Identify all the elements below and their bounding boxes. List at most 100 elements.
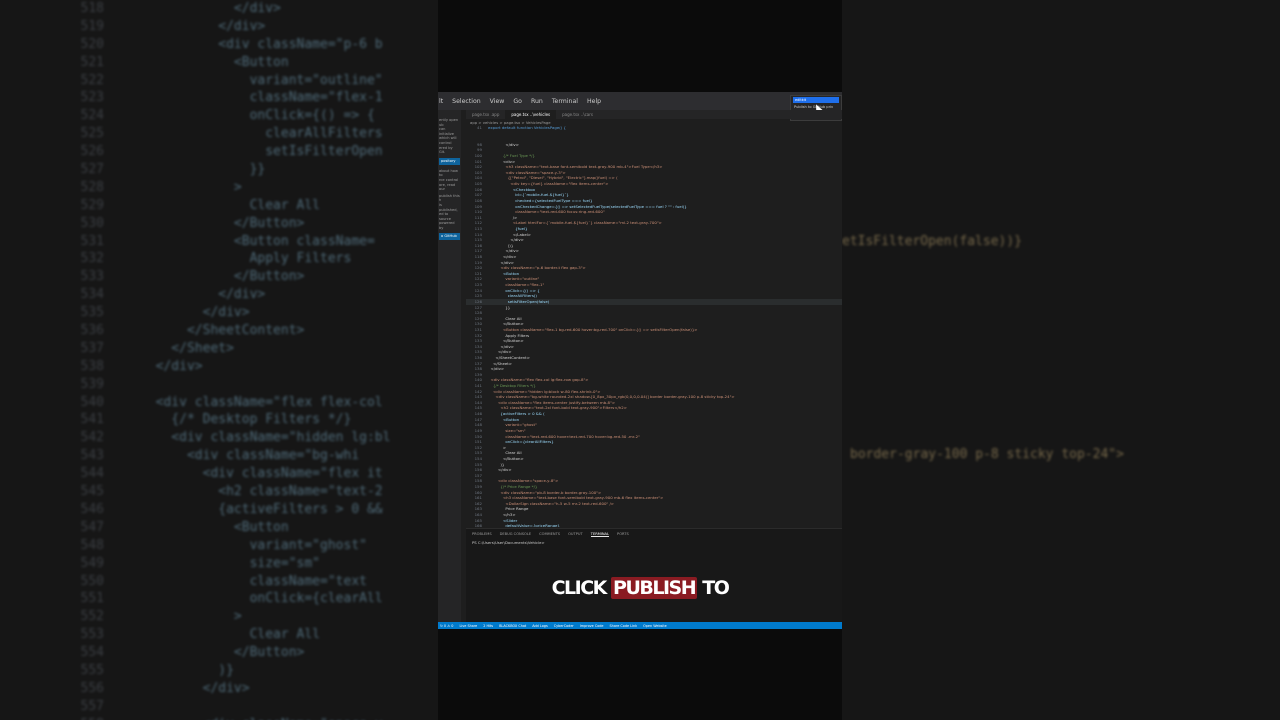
status-live-share[interactable]: Live Share [459, 624, 477, 628]
background-left-blurred-code: 518 </div> 519 </div> 520 <div className="… [0, 0, 438, 720]
sidebar-text-line: ore, read our [439, 182, 456, 192]
code-text: Apply Filters [488, 332, 530, 338]
background-line-number: 538 [80, 358, 104, 374]
background-line-number: 549 [80, 555, 104, 571]
background-line-number: 522 [80, 72, 104, 88]
background-code-line: 539 [0, 376, 390, 394]
menu-help[interactable]: Help [587, 98, 601, 105]
background-code-line: 546 {activeFilters > 0 && [0, 501, 390, 519]
tab-output[interactable]: OUTPUT [568, 532, 583, 537]
background-code-line: 554 </Button> [0, 644, 390, 662]
background-line-code: <div className="p-6 b [140, 36, 383, 52]
status-add-logs[interactable]: Add Logs [532, 624, 547, 628]
background-code-line: 547 <Button [0, 519, 390, 537]
tab-problems[interactable]: PROBLEMS [472, 532, 492, 537]
sidebar-text-line: powered by [439, 221, 455, 230]
menu-edit[interactable]: lt [439, 98, 443, 105]
menu-go[interactable]: Go [513, 98, 522, 105]
terminal-prompt[interactable]: PS C:\Users\User\Documents\Vehicle> [466, 540, 842, 545]
background-line-number: 556 [80, 680, 104, 696]
status-share-code-link[interactable]: Share Code Link [610, 624, 638, 628]
code-text: </div> [488, 343, 515, 349]
tab-debug-console[interactable]: DEBUG CONSOLE [500, 532, 531, 537]
panel-tabs: PROBLEMS DEBUG CONSOLE COMMENTS OUTPUT T… [466, 529, 842, 540]
status-problems[interactable]: ↻ 0 ⚠ 0 [440, 624, 453, 628]
background-line-number: 519 [80, 18, 104, 34]
background-code-line: 524 onClick={() => { [0, 107, 390, 125]
command-palette-input[interactable]: editkit [793, 97, 839, 103]
background-code-line: 523 className="flex-1 [0, 89, 390, 107]
code-text: size="sm" [488, 427, 526, 433]
background-code-line: 544 <div className="flex it [0, 465, 390, 483]
background-line-code: <Button [140, 54, 289, 70]
background-code-line: 534 </div> [0, 286, 390, 304]
tab-ports[interactable]: PORTS [617, 532, 629, 537]
background-code-line: 541 {/* Desktop Filters */} [0, 411, 390, 429]
status-blackbox-chat[interactable]: BLACKBOX Chat [499, 624, 526, 628]
publish-to-github-button[interactable]: o GitHub [439, 233, 460, 241]
code-text: {/* Price Range */} [488, 484, 538, 489]
code-text: export default function VehiclesPage() { [488, 125, 567, 130]
background-right-blurred-code: etIsFilterOpen(false))} border-gray-100 … [842, 0, 1280, 720]
initialize-repository-button[interactable]: pository [439, 157, 460, 165]
code-editor[interactable]: 41 export default function VehiclesPage()… [466, 125, 842, 527]
code-line[interactable]: 166 defaultValue={priceRange} [466, 523, 842, 527]
status-hits[interactable]: 2 Hits [483, 624, 493, 628]
background-line-code: </SheetContent> [140, 323, 305, 339]
background-line-number: 534 [80, 287, 104, 303]
status-cybercoder[interactable]: CyberCoder [554, 624, 574, 628]
tab-comments[interactable]: COMMENTS [539, 532, 560, 537]
code-text: <Button [488, 270, 520, 276]
background-code-line: 558 <div className="space-y [0, 716, 390, 720]
line-number: 166 [474, 523, 482, 527]
background-line-code: <h2 className="text-2 [140, 484, 383, 500]
menu-selection[interactable]: Selection [452, 98, 481, 105]
background-line-code: {/* Desktop Filters */} [140, 412, 352, 428]
background-code-lines: 518 </div> 519 </div> 520 <div className="… [0, 0, 391, 720]
background-line-number: 524 [80, 108, 104, 124]
background-line-number: 532 [80, 251, 104, 267]
background-code-line: 555 )} [0, 662, 390, 680]
code-text: </div> [488, 254, 517, 260]
background-code-line: 549 size="sm" [0, 555, 390, 573]
tab-terminal[interactable]: TERMINAL [590, 532, 610, 537]
menu-terminal[interactable]: Terminal [552, 98, 578, 105]
background-line-number: 553 [80, 627, 104, 643]
menu-run[interactable]: Run [531, 98, 543, 105]
status-improve-code[interactable]: Improve Code [580, 624, 604, 628]
background-line-number: 526 [80, 144, 104, 160]
code-text: <Button [488, 416, 520, 422]
status-open-website[interactable]: Open Website [643, 624, 667, 628]
code-text: ))} [488, 242, 514, 248]
code-text: <Slider [488, 517, 518, 523]
background-line-code: <div className="space-y [140, 717, 383, 720]
background-line-code: <div className="flex flex-col [140, 394, 383, 410]
code-text: </div> [488, 467, 512, 473]
background-line-code: </div> [140, 680, 250, 696]
background-line-number: 533 [80, 269, 104, 285]
code-text: <div className="pb-8 border-b border-gra… [488, 489, 602, 495]
menu-view[interactable]: View [490, 98, 505, 105]
tab-page-vehicles[interactable]: page.tsx ..\vehicles [505, 110, 557, 119]
background-line-number: 521 [80, 54, 104, 70]
code-text: <div className="space-y-3"> [488, 169, 566, 175]
code-text: <div className="space-y-8"> [488, 478, 559, 484]
code-text: <div className="hidden lg:block w-80 fle… [488, 388, 601, 394]
code-text: id={`mobile-fuel-${fuel}`} [488, 192, 569, 198]
background-line-code: </div> [140, 305, 250, 321]
tab-page-app[interactable]: page.tsx .app [466, 110, 505, 119]
background-code-line: 519 </div> [0, 18, 390, 36]
tab-page-cars[interactable]: page.tsx ..\cars [556, 110, 599, 119]
code-text: defaultValue={priceRange} [488, 523, 560, 527]
background-code-line: 531 <Button className= [0, 233, 390, 251]
vscode-window: lt Selection View Go Run Terminal Help e… [438, 92, 842, 629]
background-code-line: 557 [0, 698, 390, 716]
code-text: </Sheet> [488, 360, 513, 366]
background-code-line: 536 </SheetContent> [0, 322, 390, 340]
background-line-code: > [140, 179, 242, 195]
background-line-number: 537 [80, 340, 104, 356]
code-text: </div> [488, 349, 512, 355]
background-line-code: }} [140, 162, 266, 178]
code-text: className="flex-1" [488, 282, 545, 288]
sidebar-text-line: ered by Git. [439, 145, 453, 155]
